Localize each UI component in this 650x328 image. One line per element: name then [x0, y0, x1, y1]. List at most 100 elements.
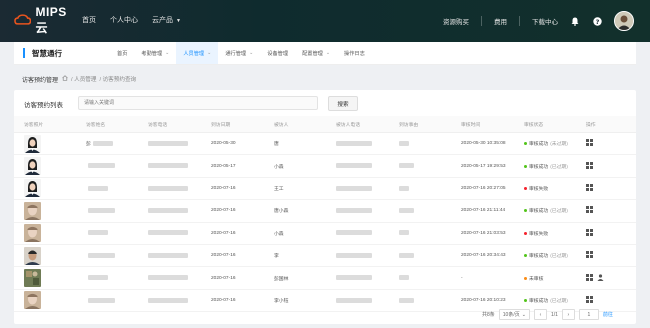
help-icon[interactable]: ? [592, 16, 602, 26]
redacted-text [92, 141, 113, 147]
top-nav-cloud-products[interactable]: 云产品 ▼ [152, 15, 181, 25]
visitor-photo[interactable] [24, 224, 41, 243]
cell-host: 唐小森 [264, 199, 326, 223]
page-number-input[interactable]: 1 [578, 309, 599, 320]
status-dot [524, 254, 527, 258]
cell-date: 2020-07-16 [201, 177, 264, 201]
redacted-text [336, 252, 372, 258]
cell-host: 小森 [264, 222, 326, 245]
cell-name [76, 289, 138, 313]
grid-icon[interactable] [586, 228, 593, 238]
redacted-text [399, 140, 409, 146]
cell-date: 2020-07-16 [201, 222, 264, 245]
cell-name: 彭 [76, 132, 138, 156]
download-center-link[interactable]: 下载中心 [532, 16, 558, 26]
cell-phone [138, 132, 201, 156]
redacted-text [88, 207, 115, 213]
cell-status: 审核成功 (已过期) [514, 154, 576, 178]
visitor-photo[interactable] [24, 246, 41, 265]
module-nav-label: 通行管理 [225, 50, 247, 57]
column-header: 访客照片 [14, 116, 76, 133]
cell-reason [389, 289, 451, 313]
pagination-total: 共8条 [482, 312, 495, 318]
visitor-photo[interactable] [24, 269, 41, 288]
top-nav-home[interactable]: 首页 [82, 15, 96, 25]
goto-button[interactable]: 前往 [603, 311, 613, 318]
cell-reason [389, 132, 451, 156]
redacted-text [148, 185, 188, 191]
breadcrumb-path: / 人员管理 / 访客预约查询 [62, 75, 136, 83]
cell-name [76, 244, 138, 268]
grid-icon[interactable] [586, 183, 593, 193]
status-label: 未审核 [529, 276, 544, 282]
status-dot [524, 276, 527, 280]
redacted-text [148, 297, 188, 303]
module-nav-personnel[interactable]: 人员管理 ⌄ [176, 42, 219, 64]
module-bar: 智慧通行 首页 考勤管理 ⌄ 人员管理 ⌄ 通行管理 ⌄ 设备管理 配置管理 ⌄ 操作日… [14, 42, 636, 65]
chevron-down-icon: ⌄ [207, 50, 212, 56]
logo-text: MIPS云 [35, 4, 67, 35]
grid-icon[interactable] [586, 273, 593, 283]
top-nav-personal-center[interactable]: 个人中心 [110, 15, 138, 25]
redacted-text [336, 185, 372, 191]
module-nav-home[interactable]: 首页 [110, 42, 134, 64]
user-avatar[interactable] [614, 11, 634, 31]
module-nav-config[interactable]: 配置管理 ⌄ [295, 42, 337, 64]
module-nav-devices[interactable]: 设备管理 [260, 42, 295, 64]
cell-reason [389, 154, 451, 178]
page-size-select[interactable]: 10条/页 ⌄ [498, 309, 530, 320]
home-icon[interactable] [62, 75, 68, 81]
cell-name [76, 199, 138, 223]
breadcrumb-item-personnel[interactable]: / 人员管理 [71, 75, 96, 83]
status-note: (已过期) [550, 164, 568, 170]
search-button[interactable]: 搜索 [328, 96, 358, 111]
status-badge: 未审核 [524, 275, 545, 282]
grid-icon[interactable] [586, 251, 593, 260]
status-label: 审核成功 [529, 298, 549, 304]
grid-icon[interactable] [586, 295, 593, 305]
logo[interactable]: MIPS云 [14, 5, 78, 35]
visitor-photo[interactable] [24, 179, 41, 198]
cell-host: 彭国林 [264, 266, 326, 290]
redacted-text [399, 185, 409, 191]
cell-status: 审核失败 [514, 177, 576, 201]
cell-host-phone [326, 222, 389, 245]
visitor-photo[interactable] [24, 157, 41, 176]
grid-icon[interactable] [586, 161, 593, 171]
top-right-actions: 资源购买 费用 下载中心 ? [443, 11, 634, 31]
cell-name [76, 154, 138, 178]
visitor-photo[interactable] [24, 134, 41, 153]
cell-photo [14, 177, 76, 201]
visitor-photo[interactable] [24, 201, 41, 220]
module-title: 智慧通行 [32, 49, 62, 58]
column-header: 操作 [576, 116, 636, 133]
cell-actions [576, 177, 636, 201]
redacted-text [88, 252, 115, 258]
cell-actions [576, 199, 636, 223]
cell-reason [389, 244, 451, 268]
search-input[interactable] [79, 97, 317, 109]
module-nav-access[interactable]: 通行管理 ⌄ [218, 42, 260, 64]
resource-purchase-link[interactable]: 资源购买 [443, 16, 469, 26]
top-bar: MIPS云 首页 个人中心 云产品 ▼ 资源购买 费用 下载中心 ? [0, 0, 650, 42]
module-nav-attendance[interactable]: 考勤管理 ⌄ [134, 42, 176, 64]
table-row: 2020-07-16 彭国林 - 未审核 [14, 266, 636, 290]
column-header: 访客姓名 [76, 116, 138, 133]
visitor-photo[interactable] [24, 291, 41, 310]
review-icon[interactable] [597, 273, 604, 283]
next-page-button[interactable]: › [561, 309, 575, 320]
status-note: (已过期) [550, 298, 568, 304]
module-nav-logs[interactable]: 操作日志 [337, 42, 372, 64]
breadcrumb-item-current: / 访客预约查询 [99, 77, 137, 83]
prev-page-button[interactable]: ‹ [533, 309, 547, 320]
cell-host-phone [326, 132, 389, 156]
redacted-text [336, 230, 372, 236]
cell-date: 2020-07-16 [201, 244, 264, 268]
fees-link[interactable]: 费用 [494, 16, 507, 26]
grid-icon[interactable] [586, 206, 593, 215]
bell-icon[interactable] [570, 16, 580, 26]
cell-date: 2020-05-17 [201, 154, 264, 178]
cell-phone [138, 266, 201, 290]
divider [519, 16, 520, 26]
grid-icon[interactable] [586, 139, 593, 148]
